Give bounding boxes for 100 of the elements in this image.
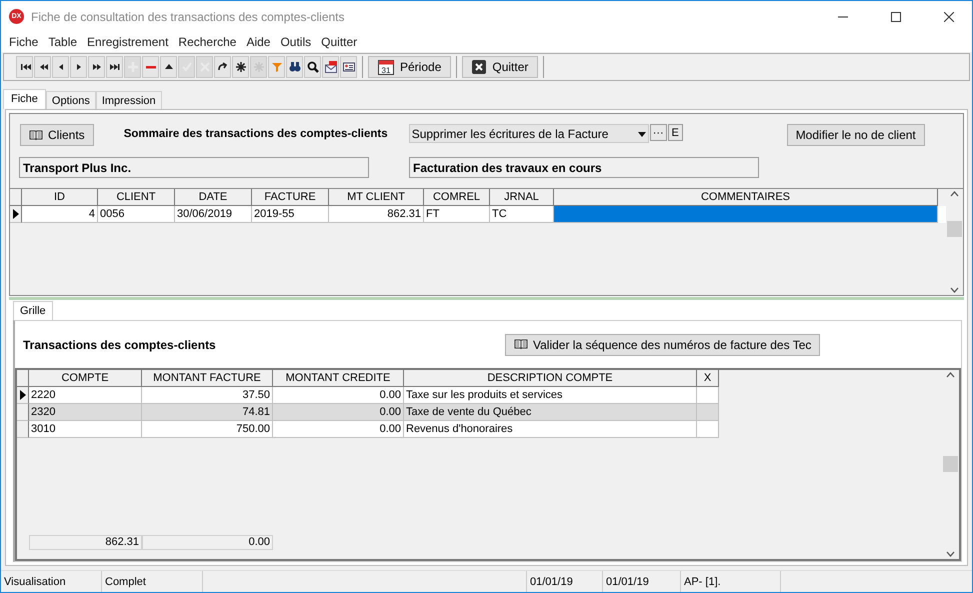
column-header: DATE bbox=[175, 189, 252, 206]
book-icon bbox=[29, 130, 43, 140]
row-indicator[interactable] bbox=[10, 206, 22, 223]
table-cell bbox=[697, 421, 719, 438]
column-header: JRNAL bbox=[490, 189, 554, 206]
table-cell: 0.00 bbox=[273, 387, 404, 404]
toolbar-button[interactable] bbox=[16, 56, 33, 78]
menu-item[interactable]: Quitter bbox=[316, 35, 362, 49]
scrollbar[interactable] bbox=[946, 189, 963, 295]
status-cell: AP- [1]. bbox=[681, 571, 781, 592]
last-record-icon bbox=[108, 61, 120, 73]
column-header: X bbox=[697, 370, 719, 387]
scroll-up-icon[interactable] bbox=[946, 372, 955, 378]
category-field: Facturation des travaux en cours bbox=[409, 157, 759, 178]
table-cell: FT bbox=[424, 206, 490, 223]
row-indicator[interactable] bbox=[17, 387, 29, 404]
double-right-arrow-icon bbox=[90, 61, 102, 73]
table-cell: Taxe de vente du Québec bbox=[404, 404, 697, 421]
table-cell: 2220 bbox=[29, 387, 142, 404]
table-cell: 74.81 bbox=[142, 404, 273, 421]
tab[interactable]: Options bbox=[46, 91, 96, 109]
column-header: ID bbox=[22, 189, 98, 206]
toolbar-button[interactable] bbox=[322, 56, 339, 78]
search-icon bbox=[306, 61, 318, 73]
toolbar-button[interactable] bbox=[286, 56, 303, 78]
column-header: MONTANT FACTURE bbox=[142, 370, 273, 387]
table-cell: Revenus d'honoraires bbox=[404, 421, 697, 438]
e-button[interactable]: E bbox=[668, 124, 683, 141]
scrollbar[interactable] bbox=[942, 370, 959, 559]
toolbar-button[interactable] bbox=[232, 56, 249, 78]
cross-icon bbox=[198, 61, 210, 73]
table-cell: 4 bbox=[22, 206, 98, 223]
close-box-icon bbox=[472, 60, 486, 74]
toolbar-button[interactable] bbox=[70, 56, 87, 78]
asterisk-icon bbox=[234, 61, 246, 73]
table-cell: 2320 bbox=[29, 404, 142, 421]
toolbar-button[interactable] bbox=[88, 56, 105, 78]
toolbar-button[interactable] bbox=[214, 56, 231, 78]
table-cell: 750.00 bbox=[142, 421, 273, 438]
menu-item[interactable]: Enregistrement bbox=[82, 35, 174, 49]
table-cell: Taxe sur les produits et services bbox=[404, 387, 697, 404]
toolbar-button[interactable] bbox=[52, 56, 69, 78]
maximize-icon bbox=[891, 12, 901, 22]
column-header: FACTURE bbox=[252, 189, 329, 206]
column-header: COMPTE bbox=[29, 370, 142, 387]
period-button[interactable]: 31 Période bbox=[368, 56, 452, 78]
client-name-field: Transport Plus Inc. bbox=[19, 157, 369, 178]
toolbar-button[interactable] bbox=[106, 56, 123, 78]
toolbar-button[interactable] bbox=[340, 56, 357, 78]
column-header: CLIENT bbox=[98, 189, 175, 206]
scroll-down-icon[interactable] bbox=[946, 551, 955, 557]
scroll-up-icon[interactable] bbox=[950, 191, 959, 197]
column-header: MONTANT CREDITE bbox=[273, 370, 404, 387]
menu-item[interactable]: Table bbox=[43, 35, 82, 49]
tab[interactable]: Impression bbox=[96, 91, 162, 109]
current-row-icon bbox=[12, 209, 18, 219]
toolbar-button[interactable] bbox=[304, 56, 321, 78]
check-icon bbox=[180, 61, 192, 73]
table-cell: 3010 bbox=[29, 421, 142, 438]
first-record-icon bbox=[18, 61, 30, 73]
status-cell: 01/01/19 bbox=[603, 571, 681, 592]
menu-item[interactable]: Recherche bbox=[173, 35, 242, 49]
scrollbar-thumb[interactable] bbox=[943, 456, 958, 472]
column-header: COMREL bbox=[424, 189, 490, 206]
menu-item[interactable]: Fiche bbox=[4, 35, 44, 49]
modify-client-button[interactable]: Modifier le no de client bbox=[786, 124, 925, 146]
table-cell bbox=[697, 404, 719, 421]
ellipsis-button[interactable]: ··· bbox=[650, 124, 667, 141]
column-header: DESCRIPTION COMPTE bbox=[404, 370, 697, 387]
contact-card-icon bbox=[342, 61, 354, 73]
book-icon bbox=[514, 339, 528, 350]
current-row-icon bbox=[20, 390, 26, 400]
table-cell: 862.31 bbox=[329, 206, 424, 223]
tab[interactable]: Grille bbox=[13, 301, 53, 320]
column-header: COMMENTAIRES bbox=[554, 189, 938, 206]
menu-item[interactable]: Aide bbox=[241, 35, 276, 49]
menu-item[interactable]: Outils bbox=[275, 35, 316, 49]
column-header: MT CLIENT bbox=[329, 189, 424, 206]
total-cell: 0.00 bbox=[142, 535, 273, 550]
table-cell: 30/06/2019 bbox=[175, 206, 252, 223]
redo-arrow-icon bbox=[216, 61, 228, 73]
clients-button[interactable]: Clients bbox=[20, 124, 94, 146]
status-cell: Visualisation bbox=[1, 571, 102, 592]
status-cell: 01/01/19 bbox=[527, 571, 603, 592]
action-dropdown[interactable]: Supprimer les écritures de la Facture bbox=[408, 124, 649, 143]
toolbar-button[interactable] bbox=[160, 56, 177, 78]
scroll-down-icon[interactable] bbox=[950, 287, 959, 293]
scrollbar-thumb[interactable] bbox=[947, 221, 962, 237]
table-cell: 0.00 bbox=[273, 421, 404, 438]
document-mail-icon bbox=[324, 61, 336, 73]
funnel-icon bbox=[270, 61, 282, 73]
quit-button[interactable]: Quitter bbox=[462, 56, 538, 78]
binoculars-icon bbox=[288, 61, 300, 73]
validate-sequence-button[interactable]: Valider la séquence des numéros de facture des Tec bbox=[505, 334, 820, 356]
calendar-icon: 31 bbox=[378, 59, 394, 75]
total-cell: 862.31 bbox=[29, 535, 142, 550]
tab[interactable]: Fiche bbox=[3, 89, 46, 109]
toolbar-button[interactable] bbox=[34, 56, 51, 78]
table-cell: 0.00 bbox=[273, 404, 404, 421]
table-cell: 0056 bbox=[98, 206, 175, 223]
